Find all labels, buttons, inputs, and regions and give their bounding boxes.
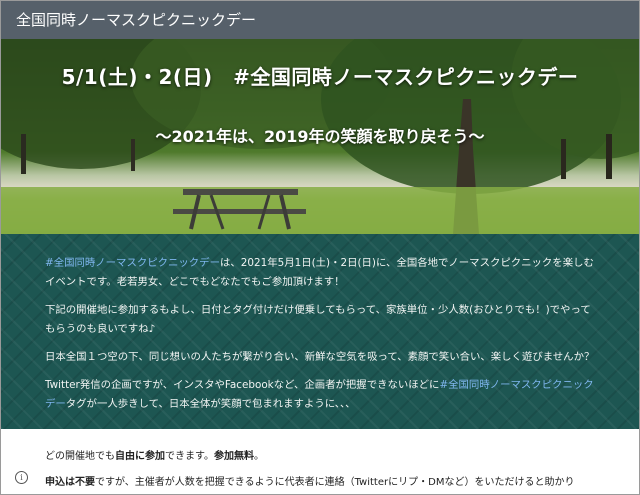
hero-banner: 5/1(土)・2(日) #全国同時ノーマスクピクニックデー 〜2021年は、20… <box>1 39 639 234</box>
site-header: 全国同時ノーマスクピクニックデー <box>1 1 639 39</box>
intro-paragraph-3: 日本全国１つ空の下、同じ想いの人たちが繋がり合い、新鮮な空気を吸って、素顔で笑い… <box>45 351 595 363</box>
intro-paragraph-1: #全国同時ノーマスクピクニックデーは、2021年5月1日(土)・2日(日)に、全… <box>45 257 594 288</box>
hashtag-link[interactable]: #全国同時ノーマスクピクニックデー <box>45 257 220 269</box>
participation-line-2: 申込は不要ですが、主催者が人数を把握できるように代表者に連絡（Twitterにリ… <box>45 477 575 488</box>
participation-line-1: どの開催地でも自由に参加できます。参加無料。 <box>45 451 264 462</box>
intro-section: #全国同時ノーマスクピクニックデーは、2021年5月1日(土)・2日(日)に、全… <box>1 234 639 429</box>
intro-paragraph-4: Twitter発信の企画ですが、インスタやFacebookなど、企画者が把握でき… <box>45 379 594 410</box>
participation-section: どの開催地でも自由に参加できます。参加無料。 申込は不要ですが、主催者が人数を把… <box>1 429 639 494</box>
hero-title: 5/1(土)・2(日) #全国同時ノーマスクピクニックデー <box>61 65 579 89</box>
intro-paragraph-2: 下記の開催地に参加するもよし、日付とタグ付けだけ便乗してもらって、家族単位・少人… <box>45 304 591 335</box>
hero-subtitle: 〜2021年は、2019年の笑顔を取り戻そう〜 <box>155 127 485 146</box>
page-frame: 全国同時ノーマスクピクニックデー 5/1(土)・2(日) #全国同時ノーマスクピ… <box>0 0 640 495</box>
site-title-link[interactable]: 全国同時ノーマスクピクニックデー <box>16 11 256 29</box>
info-icon[interactable]: i <box>15 471 28 484</box>
